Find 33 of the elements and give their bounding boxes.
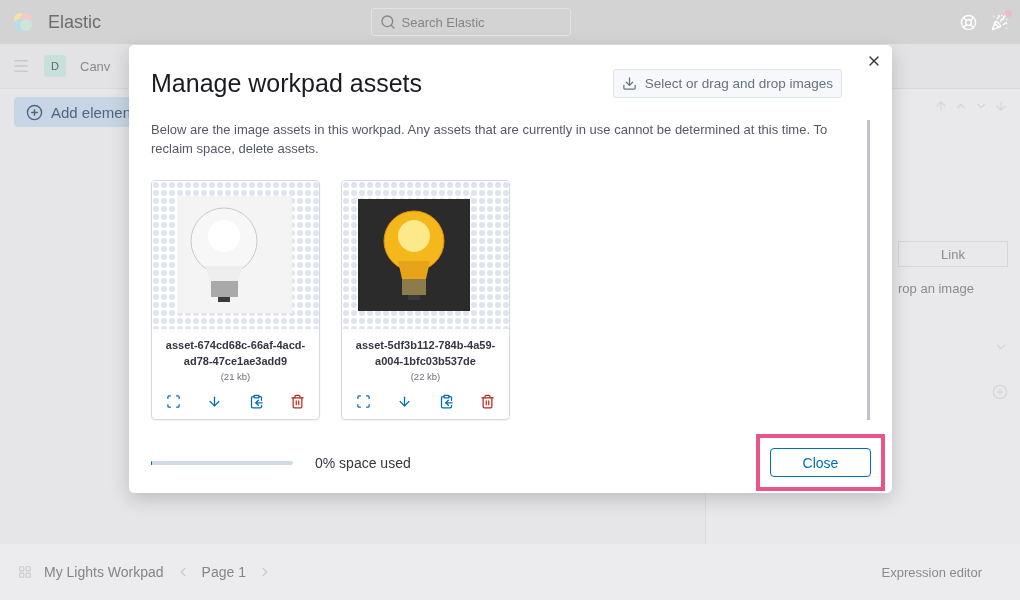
asset-size: (21 kb) <box>220 371 251 382</box>
plus-icon <box>26 103 43 121</box>
grid-icon[interactable] <box>18 565 32 579</box>
breadcrumb[interactable]: Canv <box>80 58 111 74</box>
logo-icon[interactable] <box>12 11 34 33</box>
asset-name: asset-5df3b112-784b-4a59-a004-1bfc03b537de <box>354 338 497 369</box>
delete-button[interactable] <box>290 394 306 409</box>
menu-icon[interactable] <box>12 57 30 75</box>
space-usage-label: 0% space used <box>315 454 411 471</box>
help-icon[interactable] <box>960 13 977 31</box>
create-image-button[interactable] <box>355 394 371 409</box>
delete-button[interactable] <box>480 394 496 409</box>
copy-button[interactable] <box>248 394 264 409</box>
copy-button[interactable] <box>438 394 454 409</box>
workpad-name[interactable]: My Lights Workpad <box>44 564 164 580</box>
asset-name: asset-674cd68c-66af-4acd-ad78-47ce1ae3add9 <box>164 338 307 369</box>
download-button[interactable] <box>397 394 413 409</box>
search-icon <box>379 14 396 30</box>
space-avatar[interactable]: D <box>44 55 66 77</box>
search-field[interactable]: Search Elastic <box>370 8 571 36</box>
expression-editor-toggle[interactable]: Expression editor <box>881 564 982 580</box>
close-button[interactable]: Close <box>770 448 871 477</box>
upload-button[interactable]: Select or drag and drop images <box>612 69 842 98</box>
drop-hint: rop an image <box>898 280 975 298</box>
download-icon <box>621 76 637 91</box>
brand-name: Elastic <box>48 11 101 33</box>
dialog-title: Manage workpad assets <box>151 69 422 98</box>
link-tab[interactable]: Link <box>898 241 1008 267</box>
page-label: Page 1 <box>201 564 246 580</box>
download-button[interactable] <box>207 394 223 409</box>
create-image-button[interactable] <box>165 394 181 409</box>
description: Below are the image assets in this workpad. Any assets that are currently in use cannot be determined at this time. To reclaim space, delete assets. <box>151 121 829 158</box>
asset-size: (22 kb) <box>410 371 441 382</box>
